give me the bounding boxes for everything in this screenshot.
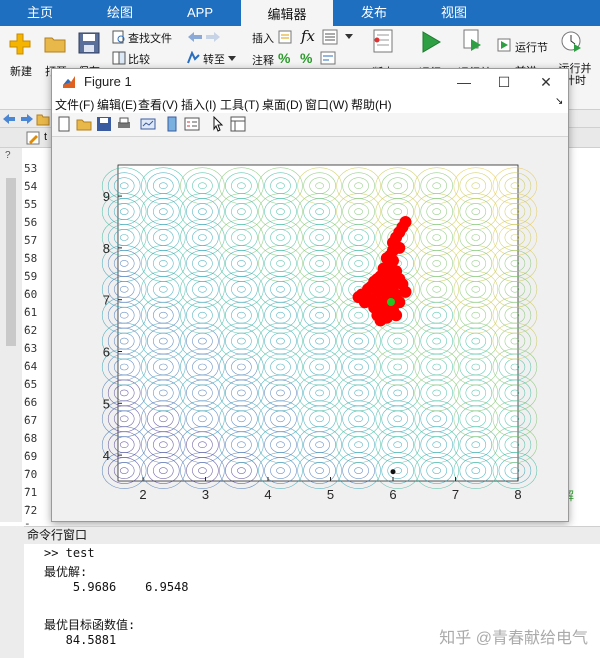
command-line-1: 最优解: [44, 565, 88, 579]
insert-section-icon[interactable] [278, 29, 294, 45]
menu-view[interactable]: 查看(V) [138, 96, 178, 113]
x-tick-label: 4 [264, 487, 271, 502]
y-tick-label: 5 [103, 396, 110, 411]
chevron-down-icon[interactable] [228, 56, 236, 62]
new-button[interactable]: 新建 [6, 63, 36, 79]
dock-arrow-icon[interactable]: ↘ [555, 96, 563, 107]
menu-insert[interactable]: 插入(I) [181, 96, 216, 113]
tab-editor[interactable]: 编辑器 [241, 0, 333, 26]
tab-view[interactable]: 视图 [414, 0, 494, 26]
watermark: 知乎 @青春献给电气 [439, 630, 588, 647]
save-icon[interactable] [78, 32, 100, 54]
run-icon[interactable] [420, 30, 442, 54]
goto-icon[interactable] [186, 51, 200, 65]
comment-button[interactable]: 注释 [252, 52, 274, 68]
run-section-icon[interactable] [497, 38, 511, 52]
matlab-logo-icon [63, 76, 75, 88]
x-tick-label: 2 [139, 487, 146, 502]
red-point [371, 273, 384, 285]
comment-percent-icon[interactable]: % [278, 50, 290, 66]
red-point [374, 314, 387, 327]
x-tick-label: 7 [452, 487, 459, 502]
print-icon[interactable] [116, 116, 132, 132]
ribbon-tab-bar: 主页 绘图 APP 编辑器 发布 视图 [0, 0, 600, 26]
goto-button[interactable]: 转至 [203, 51, 225, 67]
figure-window[interactable]: Figure 1 — ☐ ✕ 文件(F) 编辑(E) 查看(V) 插入(I) 工… [51, 68, 569, 522]
insert-button[interactable]: 插入 [252, 30, 274, 46]
back-forward-icon[interactable] [2, 112, 34, 126]
tab-publish[interactable]: 发布 [334, 0, 414, 26]
minimize-button[interactable]: — [450, 72, 478, 92]
left-panel-lower [0, 526, 24, 658]
folder-icon[interactable] [36, 112, 50, 126]
insert-function-button[interactable]: fx [301, 27, 315, 45]
open-folder-icon[interactable] [44, 34, 66, 54]
find-files-button[interactable]: 查找文件 [128, 30, 172, 46]
insert-format-icon[interactable] [322, 29, 340, 45]
menu-desktop[interactable]: 桌面(D) [262, 96, 303, 113]
tab-home[interactable]: 主页 [0, 0, 80, 26]
tab-plot[interactable]: 绘图 [80, 0, 160, 26]
wrap-comments-icon[interactable] [320, 51, 336, 65]
property-inspector-icon[interactable] [230, 116, 246, 132]
menu-tools[interactable]: 工具(T) [220, 96, 259, 113]
colorbar-icon[interactable] [164, 116, 180, 132]
contour-plot[interactable]: 2 3 4 5 6 7 8 4 5 6 7 8 9 [52, 137, 568, 521]
figure-toolbar [52, 113, 568, 137]
menu-window[interactable]: 窗口(W) [305, 96, 348, 113]
menu-file[interactable]: 文件(F) [55, 96, 94, 113]
edit-file-icon [26, 131, 40, 145]
figure-menu-bar: 文件(F) 编辑(E) 查看(V) 插入(I) 工具(T) 桌面(D) 窗口(W… [52, 95, 568, 113]
x-tick-label: 8 [514, 487, 521, 502]
run-advance-icon[interactable] [462, 29, 484, 53]
open-file-icon[interactable] [76, 116, 92, 132]
x-tick-label: 6 [389, 487, 396, 502]
chevron-down-icon[interactable] [345, 34, 353, 40]
legend-icon[interactable] [184, 116, 200, 132]
close-button[interactable]: ✕ [532, 72, 560, 92]
gutter-collapse-icon[interactable]: ? [5, 150, 11, 161]
y-tick-label: 7 [103, 293, 110, 308]
figure-title-bar[interactable]: Figure 1 — ☐ ✕ [52, 69, 568, 95]
run-section-button[interactable]: 运行节 [515, 39, 548, 55]
menu-edit[interactable]: 编辑(E) [97, 96, 137, 113]
breakpoints-icon[interactable] [372, 29, 394, 53]
command-window-header: 命令行窗口 [24, 526, 600, 544]
menu-help[interactable]: 帮助(H) [351, 96, 392, 113]
command-line-5: 84.5881 [44, 633, 117, 647]
x-tick-label: 3 [202, 487, 209, 502]
y-tick-label: 4 [103, 448, 110, 463]
red-point [390, 309, 403, 322]
left-scrollbar[interactable] [6, 178, 16, 346]
pointer-icon[interactable] [210, 116, 226, 132]
maximize-button[interactable]: ☐ [490, 72, 518, 92]
red-point [383, 260, 396, 272]
y-tick-label: 6 [103, 344, 110, 359]
compare-button[interactable]: 比较 [128, 51, 150, 67]
tab-apps[interactable]: APP [160, 0, 240, 26]
run-and-time-icon[interactable] [560, 30, 582, 54]
compare-icon[interactable] [112, 51, 126, 65]
x-tick-label: 5 [327, 487, 334, 502]
editor-tab-label[interactable]: t [44, 131, 47, 143]
link-plot-icon[interactable] [140, 116, 156, 132]
figure-title: Figure 1 [84, 74, 132, 89]
red-point [399, 285, 412, 298]
command-line-0: >> test [44, 546, 95, 560]
red-point [352, 291, 365, 304]
black-point [390, 469, 396, 475]
y-tick-label: 9 [103, 189, 110, 204]
uncomment-percent-icon[interactable]: % [300, 50, 312, 66]
find-files-icon[interactable] [112, 30, 126, 44]
best-solution-point [387, 298, 395, 306]
command-line-2: 5.9686 6.9548 [44, 580, 189, 594]
y-tick-label: 8 [103, 241, 110, 256]
save-figure-icon[interactable] [96, 116, 112, 132]
command-line-4: 最优目标函数值: [44, 618, 136, 632]
new-figure-icon[interactable] [56, 116, 72, 132]
new-icon[interactable] [8, 32, 32, 56]
navigate-arrows-icon[interactable] [186, 30, 222, 44]
